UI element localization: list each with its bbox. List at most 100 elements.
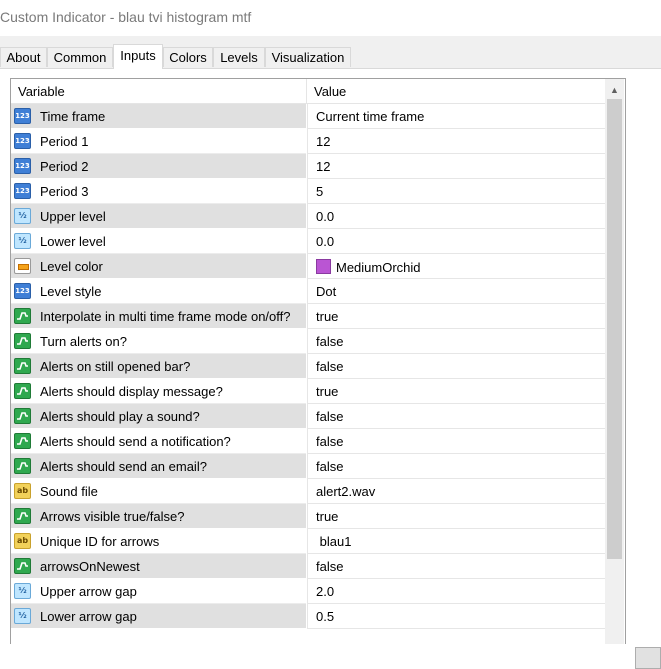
- variable-cell[interactable]: Turn alerts on?: [11, 329, 306, 354]
- variable-cell[interactable]: ½ Upper arrow gap: [11, 579, 306, 604]
- bool-icon: [14, 383, 31, 399]
- variable-cell[interactable]: 123 Period 2: [11, 154, 306, 179]
- table-row[interactable]: Turn alerts on? false: [11, 329, 606, 354]
- variable-cell[interactable]: ½ Lower arrow gap: [11, 604, 306, 629]
- scroll-thumb[interactable]: [607, 99, 622, 559]
- variable-cell[interactable]: ab Unique ID for arrows: [11, 529, 306, 554]
- tab-visualization[interactable]: Visualization: [265, 47, 351, 67]
- value-cell[interactable]: false: [307, 454, 606, 479]
- variable-cell[interactable]: Interpolate in multi time frame mode on/…: [11, 304, 306, 329]
- tab-inputs[interactable]: Inputs: [113, 44, 163, 69]
- value-cell[interactable]: alert2.wav: [307, 479, 606, 504]
- variable-cell[interactable]: 123 Level style: [11, 279, 306, 304]
- value-cell[interactable]: false: [307, 329, 606, 354]
- value-text: false: [316, 359, 344, 374]
- value-text-wrapper: 2.0: [316, 584, 334, 599]
- value-cell[interactable]: 5: [307, 179, 606, 204]
- value-cell[interactable]: 0.5: [307, 604, 606, 629]
- table-row[interactable]: 123 Period 3 5: [11, 179, 606, 204]
- table-row[interactable]: Alerts on still opened bar? false: [11, 354, 606, 379]
- column-header-value[interactable]: Value: [314, 84, 346, 99]
- value-text: 2.0: [316, 584, 335, 599]
- variable-cell[interactable]: ½ Lower level: [11, 229, 306, 254]
- value-cell[interactable]: 0.0: [307, 229, 606, 254]
- table-row[interactable]: ½ Lower level 0.0: [11, 229, 606, 254]
- value-cell[interactable]: false: [307, 354, 606, 379]
- value-text: 12: [316, 134, 331, 149]
- value-text-wrapper: true: [316, 509, 338, 524]
- column-header-variable[interactable]: Variable: [18, 84, 65, 99]
- table-row[interactable]: Level color MediumOrchid: [11, 254, 606, 279]
- double-icon: ½: [14, 583, 31, 599]
- value-cell[interactable]: false: [307, 429, 606, 454]
- tab-about[interactable]: About: [0, 47, 47, 67]
- value-text-wrapper: false: [316, 559, 343, 574]
- table-row[interactable]: ½ Upper arrow gap 2.0: [11, 579, 606, 604]
- value-cell[interactable]: 12: [307, 129, 606, 154]
- variable-label: Lower arrow gap: [40, 609, 137, 624]
- table-row[interactable]: 123 Time frame Current time frame: [11, 104, 606, 129]
- bool-icon: [14, 333, 31, 349]
- table-row[interactable]: Alerts should display message? true: [11, 379, 606, 404]
- table-row[interactable]: arrowsOnNewest false: [11, 554, 606, 579]
- variable-cell[interactable]: Level color: [11, 254, 306, 279]
- variable-label: Level color: [40, 259, 103, 274]
- value-cell[interactable]: false: [307, 554, 606, 579]
- value-cell[interactable]: blau1: [307, 529, 606, 554]
- variable-cell[interactable]: ab Sound file: [11, 479, 306, 504]
- table-row[interactable]: Interpolate in multi time frame mode on/…: [11, 304, 606, 329]
- tab-levels[interactable]: Levels: [213, 47, 265, 67]
- value-cell[interactable]: 12: [307, 154, 606, 179]
- table-row[interactable]: 123 Period 1 12: [11, 129, 606, 154]
- variable-cell[interactable]: 123 Period 3: [11, 179, 306, 204]
- table-row[interactable]: ½ Lower arrow gap 0.5: [11, 604, 606, 629]
- table-row[interactable]: ab Unique ID for arrows blau1: [11, 529, 606, 554]
- variable-cell[interactable]: Arrows visible true/false?: [11, 504, 306, 529]
- variable-cell[interactable]: Alerts on still opened bar?: [11, 354, 306, 379]
- table-row[interactable]: Alerts should send a notification? false: [11, 429, 606, 454]
- value-cell[interactable]: 2.0: [307, 579, 606, 604]
- variable-label: Turn alerts on?: [40, 334, 127, 349]
- value-text: MediumOrchid: [336, 260, 421, 275]
- scroll-up-icon[interactable]: ▲: [605, 79, 624, 99]
- column-divider[interactable]: [306, 79, 307, 103]
- table-row[interactable]: Alerts should send an email? false: [11, 454, 606, 479]
- value-cell[interactable]: true: [307, 304, 606, 329]
- value-cell[interactable]: 0.0: [307, 204, 606, 229]
- table-row[interactable]: Arrows visible true/false? true: [11, 504, 606, 529]
- value-text-wrapper: false: [316, 334, 343, 349]
- variable-cell[interactable]: arrowsOnNewest: [11, 554, 306, 579]
- value-text: false: [316, 459, 344, 474]
- variable-cell[interactable]: 123 Period 1: [11, 129, 306, 154]
- dialog-button-partial[interactable]: [635, 647, 661, 669]
- variable-cell[interactable]: Alerts should display message?: [11, 379, 306, 404]
- value-text: true: [316, 384, 339, 399]
- table-row[interactable]: ab Sound file alert2.wav: [11, 479, 606, 504]
- tab-strip: About Common Inputs Colors Levels Visual…: [0, 44, 661, 69]
- variable-label: Unique ID for arrows: [40, 534, 160, 549]
- grid-header: Variable Value: [11, 79, 605, 104]
- value-cell[interactable]: false: [307, 404, 606, 429]
- value-cell[interactable]: Current time frame: [307, 104, 606, 129]
- table-row[interactable]: 123 Level style Dot: [11, 279, 606, 304]
- variable-cell[interactable]: Alerts should play a sound?: [11, 404, 306, 429]
- bool-icon: [14, 308, 31, 324]
- variable-cell[interactable]: Alerts should send a notification?: [11, 429, 306, 454]
- variable-label: Sound file: [40, 484, 98, 499]
- table-row[interactable]: 123 Period 2 12: [11, 154, 606, 179]
- variable-cell[interactable]: ½ Upper level: [11, 204, 306, 229]
- table-row[interactable]: ½ Upper level 0.0: [11, 204, 606, 229]
- table-row[interactable]: Alerts should play a sound? false: [11, 404, 606, 429]
- variable-cell[interactable]: Alerts should send an email?: [11, 454, 306, 479]
- tab-common[interactable]: Common: [47, 47, 113, 67]
- tab-colors[interactable]: Colors: [163, 47, 213, 67]
- value-cell[interactable]: MediumOrchid: [307, 254, 606, 279]
- value-cell[interactable]: true: [307, 504, 606, 529]
- value-cell[interactable]: true: [307, 379, 606, 404]
- variable-label: Time frame: [40, 109, 106, 124]
- value-text: false: [316, 409, 344, 424]
- inputs-panel: Variable Value 123 Time frame Current time…: [0, 68, 661, 669]
- variable-cell[interactable]: 123 Time frame: [11, 104, 306, 129]
- vertical-scrollbar[interactable]: ▲: [605, 79, 624, 644]
- value-cell[interactable]: Dot: [307, 279, 606, 304]
